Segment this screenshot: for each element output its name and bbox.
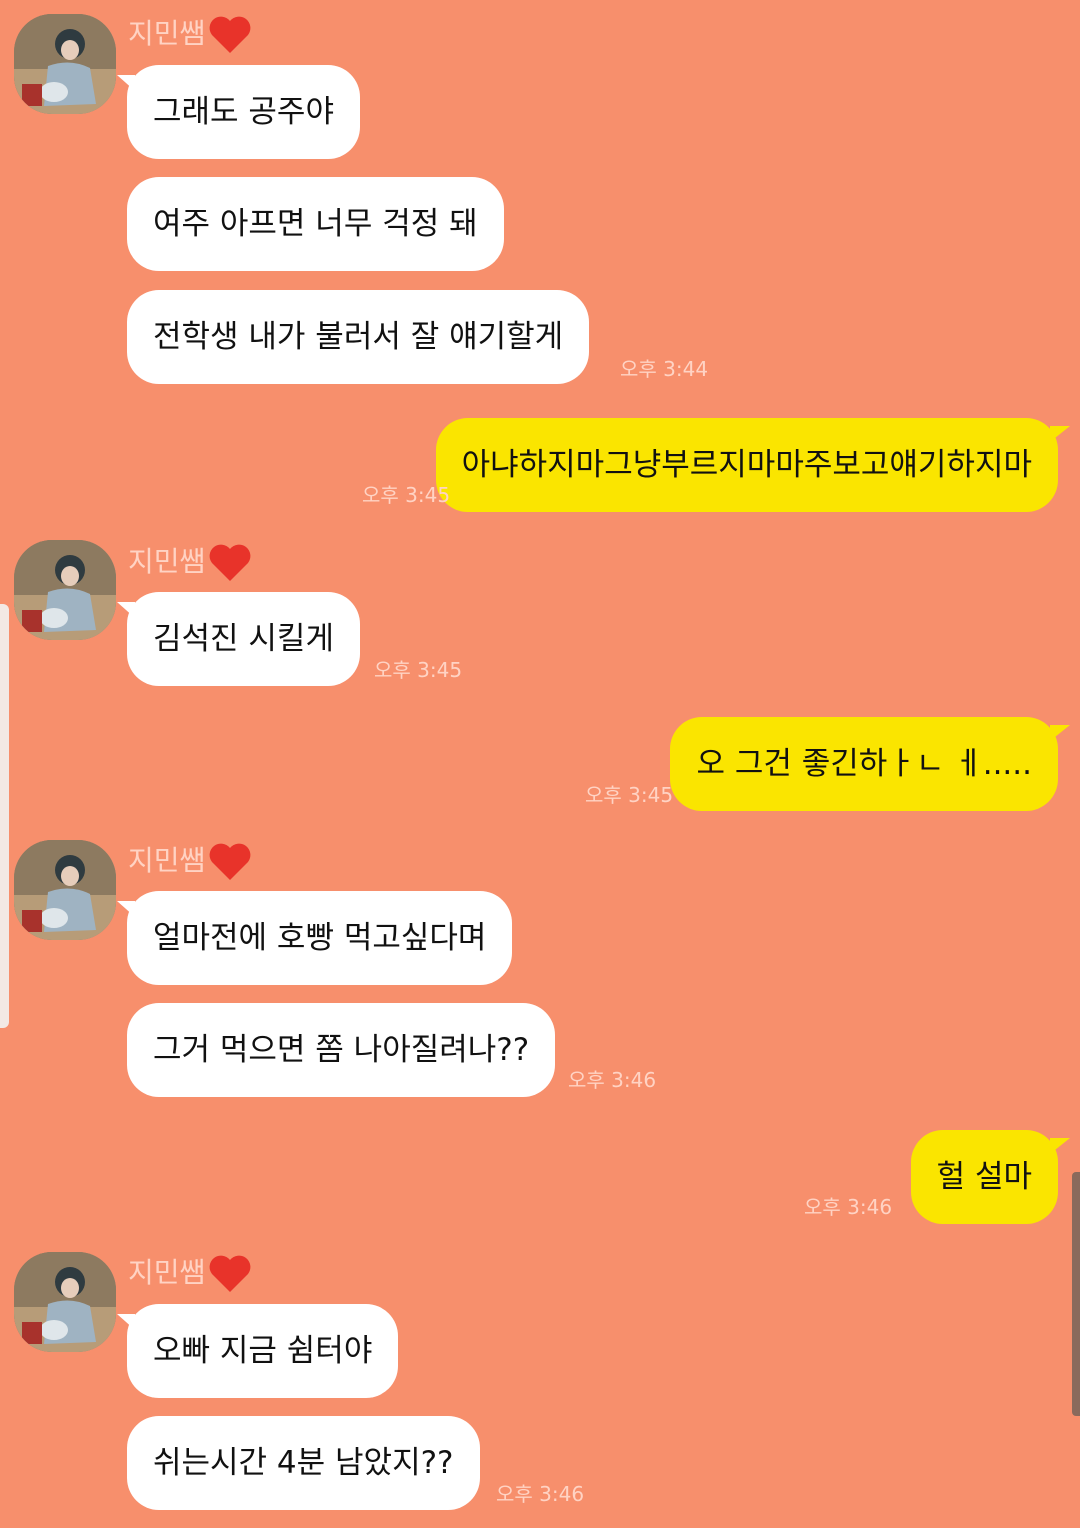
message-text: 얼마전에 호빵 먹고싶다며 <box>153 920 487 956</box>
message-text: 아냐하지마그냥부르지마마주보고얘기하지마 <box>461 447 1032 483</box>
sender-avatar[interactable] <box>14 1252 116 1352</box>
message-timestamp: 오후 3:46 <box>804 1195 893 1219</box>
sender-avatar[interactable] <box>14 840 116 940</box>
message-bubble-outgoing[interactable]: 오 그건 좋긴하ㅏㄴ ㅔ..... <box>670 717 1070 811</box>
message-bubble-incoming[interactable]: 얼마전에 호빵 먹고싶다며 <box>116 891 513 985</box>
message-bubble-incoming[interactable]: 쉬는시간 4분 남았지?? <box>127 1416 480 1510</box>
message-bubble-incoming[interactable]: 여주 아프면 너무 걱정 돼 <box>127 177 504 271</box>
heart-icon <box>209 16 251 53</box>
sender-avatar[interactable] <box>14 540 116 640</box>
message-text: 전학생 내가 불러서 잘 얘기할게 <box>153 319 564 355</box>
avatar-photo-icon <box>14 1252 116 1352</box>
sender-name: 지민쌤 <box>128 542 253 582</box>
message-timestamp: 오후 3:45 <box>374 658 463 682</box>
sender-name-text: 지민쌤 <box>128 1256 206 1289</box>
message-text: 쉬는시간 4분 남았지?? <box>153 1445 454 1481</box>
sender-name: 지민쌤 <box>128 14 253 54</box>
message-bubble-incoming[interactable]: 그거 먹으면 쫌 나아질려나?? <box>127 1003 556 1097</box>
chat-area[interactable]: 지민쌤 그래도 공주야 여주 아프면 너무 걱정 돼 전학생 내가 불러서 잘 … <box>0 0 1080 1528</box>
message-text: 오 그건 좋긴하ㅏㄴ ㅔ..... <box>696 746 1032 782</box>
message-bubble-incoming[interactable]: 그래도 공주야 <box>117 65 360 159</box>
message-bubble-outgoing[interactable]: 아냐하지마그냥부르지마마주보고얘기하지마 <box>435 418 1071 512</box>
side-edge-panel-handle[interactable] <box>0 604 9 1028</box>
message-text: 그거 먹으면 쫌 나아질려나?? <box>153 1032 530 1068</box>
sender-name-text: 지민쌤 <box>128 844 206 877</box>
sender-name-text: 지민쌤 <box>128 17 206 50</box>
sender-name: 지민쌤 <box>128 1253 253 1293</box>
message-bubble-incoming[interactable]: 전학생 내가 불러서 잘 얘기할게 <box>127 290 590 384</box>
message-text: 헐 설마 <box>936 1159 1032 1195</box>
message-timestamp: 오후 3:46 <box>496 1482 585 1506</box>
message-bubble-incoming[interactable]: 김석진 시킬게 <box>117 592 360 686</box>
message-bubble-outgoing[interactable]: 헐 설마 <box>910 1130 1071 1224</box>
avatar-photo-icon <box>14 14 116 114</box>
message-text: 오빠 지금 쉼터야 <box>153 1333 373 1369</box>
message-bubble-incoming[interactable]: 오빠 지금 쉼터야 <box>116 1304 399 1398</box>
sender-name: 지민쌤 <box>128 841 253 881</box>
sender-avatar[interactable] <box>14 14 116 114</box>
avatar-photo-icon <box>14 840 116 940</box>
heart-icon <box>209 843 251 880</box>
avatar-photo-icon <box>14 540 116 640</box>
message-text: 그래도 공주야 <box>153 94 334 130</box>
heart-icon <box>209 544 251 581</box>
message-timestamp: 오후 3:44 <box>620 357 709 381</box>
sender-name-text: 지민쌤 <box>128 545 206 578</box>
message-timestamp: 오후 3:46 <box>568 1068 657 1092</box>
message-text: 여주 아프면 너무 걱정 돼 <box>153 206 478 242</box>
scrollbar-thumb[interactable] <box>1072 1172 1080 1416</box>
message-timestamp: 오후 3:45 <box>362 483 451 507</box>
message-timestamp: 오후 3:45 <box>585 783 674 807</box>
message-text: 김석진 시킬게 <box>153 621 334 657</box>
heart-icon <box>209 1255 251 1292</box>
